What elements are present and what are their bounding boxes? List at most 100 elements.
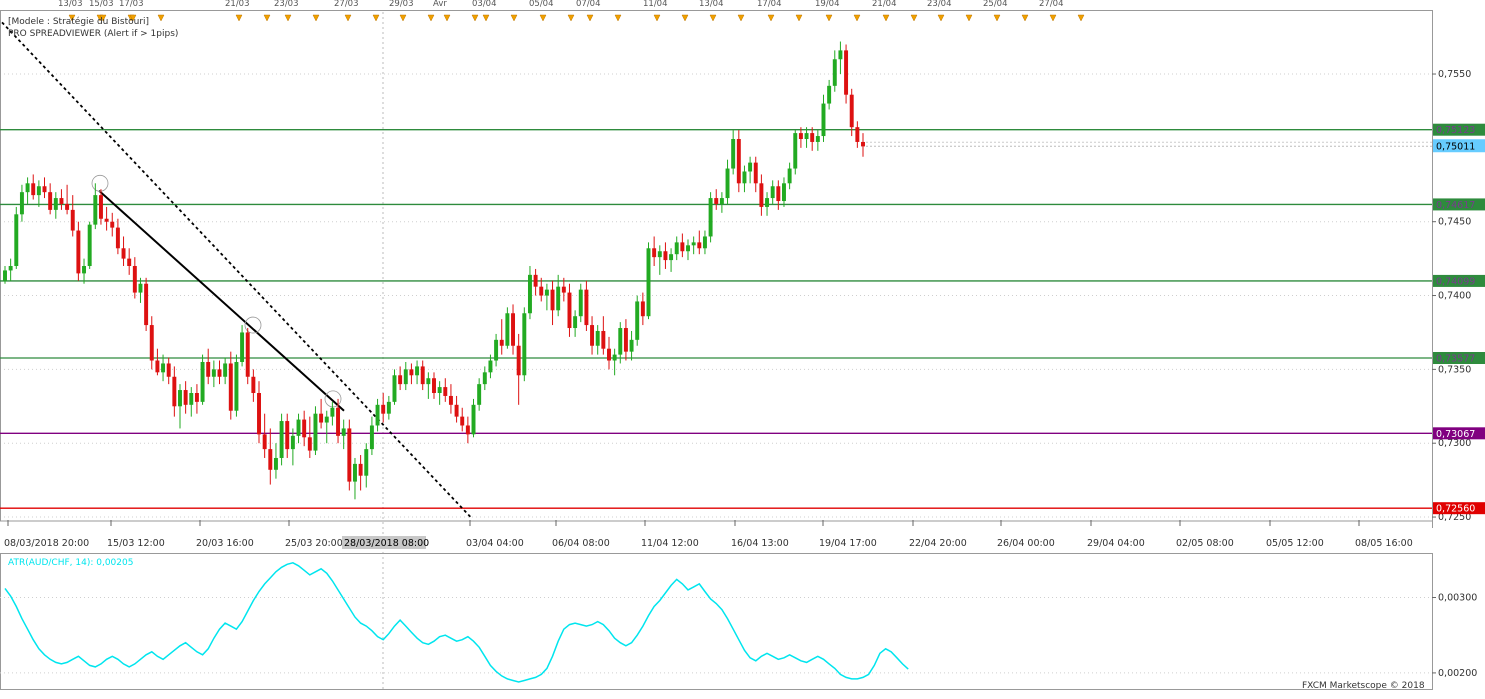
event-date-label: 17/04	[757, 0, 782, 9]
event-date-label: Avr	[433, 0, 447, 9]
candle-body	[533, 274, 538, 287]
event-date-label: 03/04	[472, 0, 497, 9]
candle-body	[285, 421, 290, 450]
candle-body	[420, 366, 425, 385]
candle-body	[849, 94, 854, 128]
candle-body	[787, 168, 792, 184]
candle-body	[313, 413, 318, 451]
event-marker-icon	[235, 14, 243, 22]
candle-body	[573, 316, 578, 329]
event-marker-icon	[263, 14, 271, 22]
event-marker-icon	[372, 14, 380, 22]
candle-body	[443, 387, 448, 396]
candle-body	[505, 313, 510, 346]
candle-body	[206, 361, 211, 377]
candle-body	[115, 227, 120, 249]
event-marker-icon	[614, 14, 622, 22]
candle-body	[471, 404, 476, 435]
candle-body	[217, 369, 222, 377]
event-marker-icon	[767, 14, 775, 22]
candle-body	[138, 283, 143, 293]
time-tick-label: 11/04 12:00	[641, 538, 699, 549]
event-marker-icon	[825, 14, 833, 22]
time-axis: 08/03/2018 20:00 15/03 12:00 20/03 16:00 25…	[4, 520, 1413, 549]
candle-body	[59, 198, 64, 204]
level-price-label: 0,73577	[1436, 354, 1475, 365]
dotted-trendline[interactable]	[1, 21, 473, 520]
event-marker-icon	[653, 14, 661, 22]
candle-body	[76, 230, 81, 274]
candle-body	[65, 203, 70, 210]
candle-body	[132, 266, 137, 293]
event-date-label: 21/04	[872, 0, 897, 9]
trendline[interactable]	[1, 21, 473, 520]
event-date-label: 19/04	[815, 0, 840, 9]
candle-body	[590, 325, 595, 346]
candle-body	[550, 289, 555, 311]
candle-body	[753, 162, 758, 184]
event-date-label: 07/04	[576, 0, 601, 9]
candle-body	[759, 183, 764, 207]
candle-body	[765, 198, 770, 207]
candle-body	[161, 363, 166, 373]
horizontal-levels	[0, 129, 1432, 509]
candle-body	[657, 251, 662, 258]
candle-body	[595, 330, 600, 346]
candle-body	[781, 183, 786, 202]
candle-body	[262, 434, 267, 450]
candle-body	[793, 133, 798, 169]
candle-body	[183, 390, 188, 405]
candle-body	[403, 369, 408, 385]
candle-body	[815, 136, 820, 142]
event-marker-icon	[1077, 14, 1085, 22]
event-marker-icon	[157, 14, 165, 22]
candle-body	[465, 425, 470, 435]
time-tick-label: 06/04 08:00	[552, 538, 610, 549]
candle-body	[601, 330, 606, 349]
candle-body	[200, 361, 205, 402]
event-marker-icon	[965, 14, 973, 22]
candle-body	[584, 289, 589, 326]
level-price-label: 0,73067	[1436, 429, 1475, 440]
candle-body	[104, 218, 109, 222]
atr-line	[4, 561, 909, 683]
candle-body	[336, 407, 341, 436]
candle-body	[527, 274, 532, 314]
time-tick-label: 22/04 20:00	[909, 538, 967, 549]
event-marker-icon	[284, 14, 292, 22]
candle-body	[279, 421, 284, 458]
time-tick-label: 29/04 04:00	[1087, 538, 1145, 549]
candles	[3, 41, 865, 500]
event-date-label: 21/03	[225, 0, 250, 9]
event-marker-icon	[882, 14, 890, 22]
candle-body	[821, 103, 826, 137]
event-marker-icon	[344, 14, 352, 22]
candle-body	[257, 393, 261, 435]
candle-body	[522, 313, 527, 376]
price-tick-label: 0,7350	[1438, 364, 1471, 375]
candle-body	[364, 449, 369, 476]
candle-body	[697, 242, 702, 249]
price-chart[interactable]: 13/03 15/03 17/03 21/03 23/03 27/03 29/03 Avr 03…	[0, 0, 1485, 695]
candle-body	[53, 198, 58, 210]
cursor-time-label: 28/03/2018 08:00	[344, 538, 429, 549]
candle-body	[511, 313, 516, 346]
level-price-label: 0,74099	[1436, 276, 1475, 287]
candle-body	[42, 186, 47, 193]
chart-window: 13/03 15/03 17/03 21/03 23/03 27/03 29/03 Avr 03…	[0, 0, 1485, 695]
candle-body	[330, 407, 335, 417]
candle-body	[268, 449, 273, 470]
candle-body	[714, 198, 719, 204]
time-tick-label: 19/04 17:00	[819, 538, 877, 549]
candle-body	[245, 332, 250, 377]
candle-body	[82, 266, 87, 274]
price-tick-label: 0,7450	[1438, 217, 1471, 228]
candle-body	[98, 195, 103, 219]
candle-body	[240, 332, 245, 362]
candle-body	[770, 186, 775, 199]
event-date-label: 27/03	[334, 0, 359, 9]
event-marker-icon	[510, 14, 518, 22]
candle-body	[290, 435, 295, 450]
event-date-label: 13/03	[58, 0, 83, 9]
solid-trendline[interactable]	[98, 189, 345, 412]
